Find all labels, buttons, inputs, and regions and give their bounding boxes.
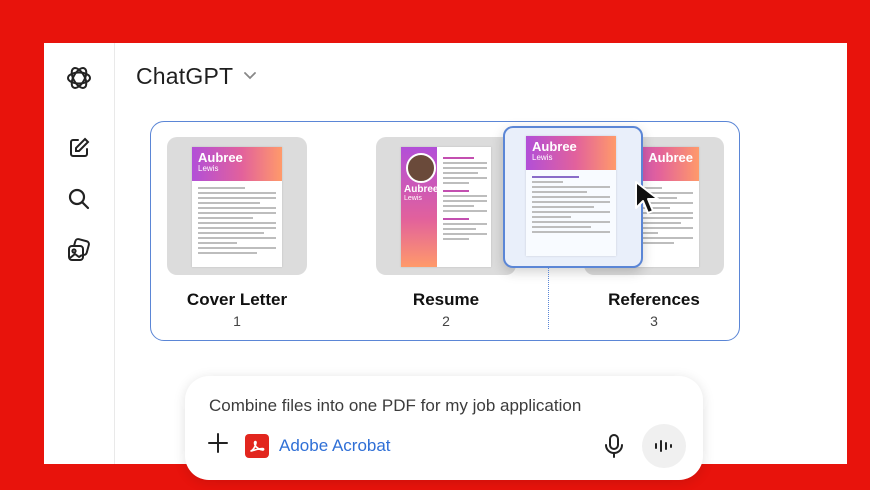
adobe-acrobat-icon [245, 434, 269, 458]
tool-label: Adobe Acrobat [279, 436, 391, 455]
doc-title: Aubree [198, 150, 243, 165]
file-number: 1 [233, 313, 241, 329]
file-list: Aubree Lewis Aubree Lewis Aubree Aubree … [150, 121, 740, 341]
file-card-resume[interactable]: Aubree Lewis [376, 137, 516, 275]
acrobat-tool-chip[interactable]: Adobe Acrobat [245, 434, 391, 458]
doc-subtitle: Lewis [532, 153, 553, 162]
document-thumbnail: Aubree Lewis [401, 147, 491, 267]
file-number: 3 [650, 313, 658, 329]
message-composer[interactable]: Combine files into one PDF for my job ap… [185, 376, 703, 480]
doc-subtitle: Lewis [198, 164, 219, 173]
doc-subtitle: Lewis [404, 195, 422, 202]
file-name: Cover Letter [186, 290, 288, 309]
sidebar [44, 43, 115, 464]
file-card-cover-letter[interactable]: Aubree Lewis [167, 137, 307, 275]
new-chat-icon[interactable] [64, 133, 94, 163]
prompt-text[interactable]: Combine files into one PDF for my job ap… [209, 396, 581, 416]
header[interactable]: ChatGPT [136, 63, 257, 90]
file-name: Resume [412, 290, 480, 309]
document-thumbnail: Aubree Lewis [526, 136, 616, 256]
waveform-icon [655, 440, 672, 452]
document-thumbnail: Aubree Lewis [192, 147, 282, 267]
file-number: 2 [442, 313, 450, 329]
file-name: References [608, 290, 700, 309]
page-title: ChatGPT [136, 63, 234, 89]
openai-logo-icon[interactable] [64, 63, 94, 93]
images-icon[interactable] [64, 235, 94, 265]
dragged-file-thumbnail[interactable]: Aubree Lewis [503, 126, 643, 268]
cursor-arrow-icon [633, 180, 665, 216]
doc-title: Aubree [404, 184, 439, 195]
avatar [406, 153, 436, 183]
search-icon[interactable] [64, 184, 94, 214]
doc-title: Aubree [532, 139, 577, 154]
plus-icon[interactable] [207, 432, 229, 458]
app-window: ChatGPT Aubree Lewis Aubree Lewis Aubree… [44, 43, 847, 480]
drop-indicator [548, 267, 549, 329]
voice-mode-button[interactable] [642, 424, 686, 468]
chevron-down-icon[interactable] [243, 68, 257, 86]
microphone-icon[interactable] [602, 432, 626, 460]
